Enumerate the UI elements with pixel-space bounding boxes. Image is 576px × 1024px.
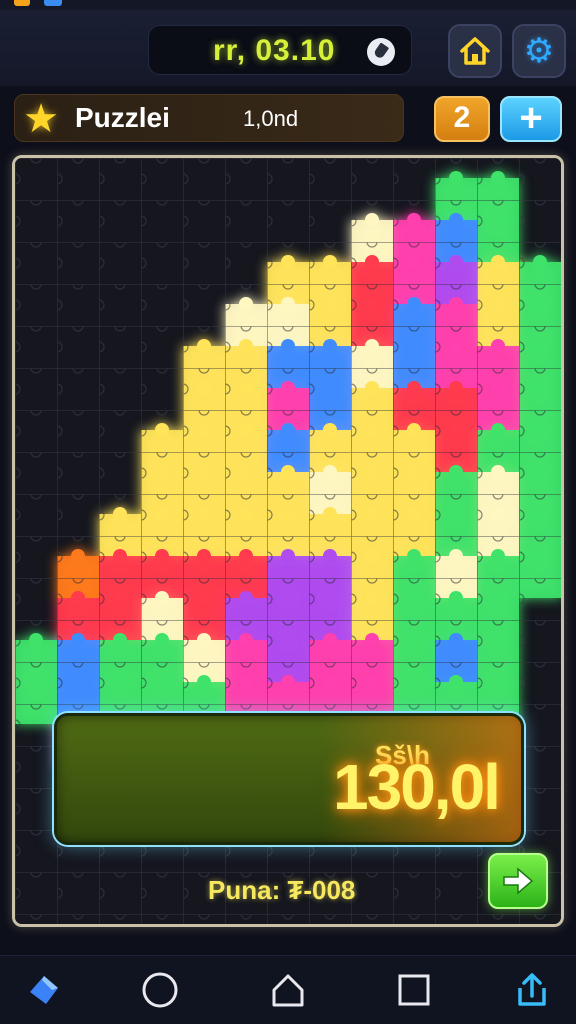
home-outline-icon[interactable] xyxy=(264,966,312,1014)
add-button[interactable]: + xyxy=(500,96,562,142)
system-nav-bar xyxy=(0,955,576,1024)
points-label: Puna: ₮-008 xyxy=(208,875,356,905)
status-indicator xyxy=(44,0,62,6)
score-panel: Sš\h 130,0l xyxy=(54,713,524,845)
level-label: 1,0nd xyxy=(243,106,299,131)
hint-count-badge[interactable]: 2 xyxy=(434,96,490,142)
circle-home-icon[interactable] xyxy=(136,966,184,1014)
gear-icon: ⚙ xyxy=(523,32,555,70)
puzzle-title: Puzzlei xyxy=(75,102,170,133)
share-icon[interactable] xyxy=(508,966,556,1014)
home-icon xyxy=(460,37,490,65)
home-button[interactable] xyxy=(448,24,502,78)
score-value: 130,0l xyxy=(333,751,501,823)
star-icon: ★ xyxy=(23,97,59,141)
top-bar: rr, 03.10 ⚙ xyxy=(0,10,576,86)
app-icon[interactable] xyxy=(20,966,68,1014)
timer-display: rr, 03.10 xyxy=(148,25,412,75)
status-indicator xyxy=(14,0,30,6)
timer-text: rr, 03.10 xyxy=(213,34,336,67)
arrow-right-icon xyxy=(503,867,534,895)
square-recents-icon[interactable] xyxy=(390,966,438,1014)
rocket-icon[interactable] xyxy=(367,38,395,66)
settings-button[interactable]: ⚙ xyxy=(512,24,566,78)
next-button[interactable] xyxy=(488,853,548,909)
puzzle-info-bar: ★ Puzzlei 1,0nd xyxy=(14,94,404,142)
status-bar xyxy=(0,0,576,10)
